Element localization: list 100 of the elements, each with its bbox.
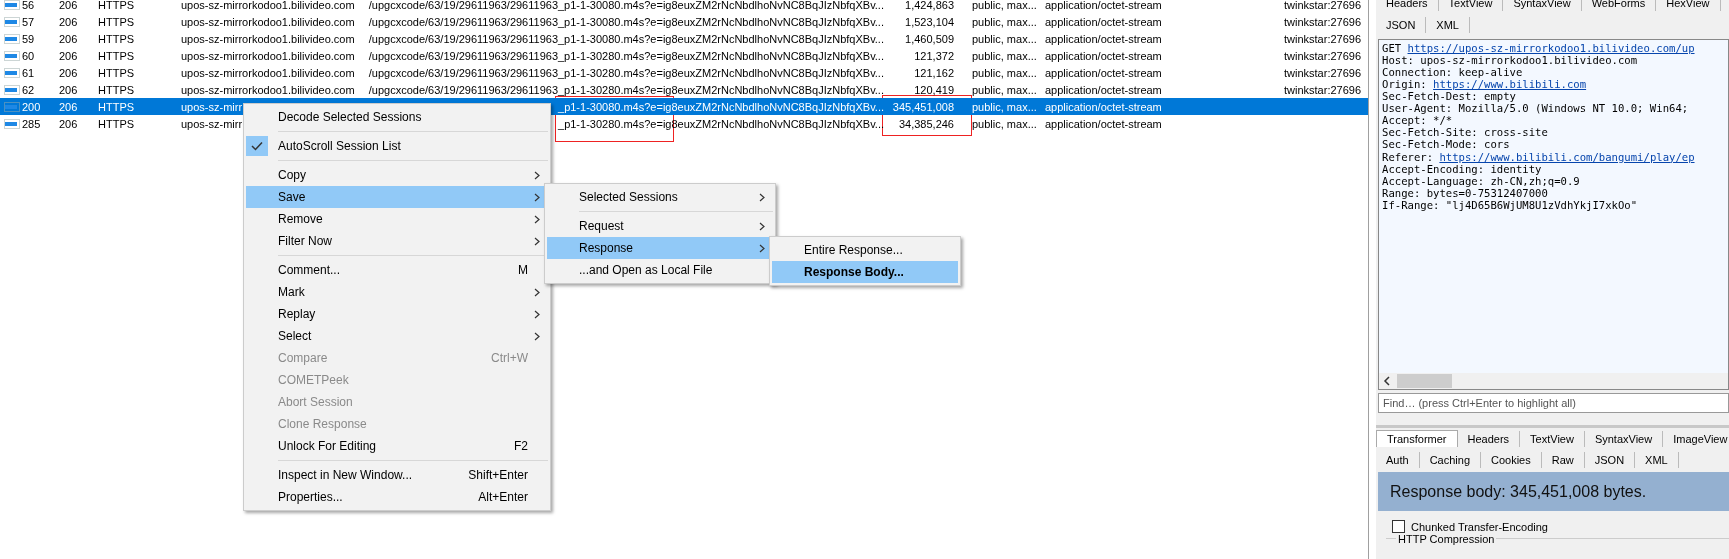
table-cell-text: upos-sz-mirrorkodoo1.bilivideo.com [181,83,356,96]
tab[interactable]: ImageView [1663,430,1729,447]
table-cell-text: twinkstar:27696 [1284,0,1363,11]
tab[interactable]: TextView [1438,0,1504,11]
horizontal-scrollbar[interactable] [1379,373,1728,389]
table-cell-text: 200 [22,100,42,113]
menu-item[interactable]: Entire Response... [772,239,958,261]
table-cell-text: public, max... [971,83,1038,96]
caret-icon [534,236,540,246]
header-line: Connection: keep-alive [1382,65,1523,78]
table-cell-text: 206 [59,117,79,130]
table-cell-text: public, max... [971,32,1038,45]
tab[interactable]: Transformer [1376,430,1458,448]
tab[interactable]: HexView [1656,0,1721,11]
table-cell-text: 1,460,509 [904,32,954,45]
menu-item[interactable]: Copy [246,164,548,186]
caret-icon [534,309,540,319]
scrollbar-thumb[interactable] [1397,374,1452,388]
tab[interactable]: Cookies [1481,451,1542,468]
caret-icon [534,214,540,224]
menu-item[interactable]: ...and Open as Local File [547,259,773,281]
menu-item[interactable]: Mark [246,281,548,303]
tab[interactable]: TextView [1520,430,1585,447]
table-cell-text: upos-sz-mirrorkodoo1.bilivideo.com [181,66,356,79]
header-line: Accept: */* [1382,114,1454,127]
header-line: Referer: https://www.bilibili.com/bangumi/play/ep [1382,150,1696,163]
tab[interactable]: SyntaxView [1584,430,1664,447]
tab[interactable]: JSON [1584,451,1636,468]
header-line: Sec-Fetch-Mode: cors [1382,138,1511,151]
tab[interactable]: JSON [1376,16,1427,33]
header-link[interactable]: https://www.bilibili.com [1433,77,1587,90]
tab[interactable]: Headers [1376,0,1439,11]
table-cell-text: HTTPS [98,49,136,62]
header-line: GET https://upos-sz-mirrorkodoo1.bilivideo.com/up [1382,41,1696,54]
chunked-checkbox[interactable]: Chunked Transfer-Encoding [1392,520,1729,534]
group-label: HTTP Compression [1396,533,1497,546]
menu-item[interactable]: Remove [246,208,548,230]
menu-item[interactable]: Select [246,325,548,347]
table-cell-text: 120,419 [913,83,954,96]
table-cell-text: 60 [22,49,36,62]
table-cell-text: application/octet-stream [1045,66,1163,79]
tab[interactable]: XML [1635,451,1679,468]
table-cell-text: 206 [59,83,79,96]
caret-icon [759,192,765,202]
table-cell-text: application/octet-stream [1045,32,1163,45]
table-cell-text: 345,451,008 [891,100,954,113]
tab[interactable]: Auth [1376,451,1420,468]
tab[interactable]: Headers [1457,430,1521,447]
table-cell-text: 206 [59,15,79,28]
caret-icon [759,221,765,231]
response-icon [4,118,20,129]
check-icon [246,136,268,156]
menu-item[interactable]: Comment... M [246,259,548,281]
table-cell-text: 34,385,246 [897,117,954,130]
menu-item[interactable]: Request [547,215,773,237]
tab[interactable]: SyntaxView [1503,0,1582,11]
table-cell-text: HTTPS [98,66,136,79]
table-cell-text: public, max... [971,15,1038,28]
tab[interactable]: Raw [1541,451,1585,468]
table-cell-text: HTTPS [98,0,136,11]
table-cell-text: 62 [22,83,36,96]
table-cell-text: 121,372 [913,49,954,62]
table-cell-text: upos-sz-mirr [181,100,244,113]
tab[interactable]: WebForms [1581,0,1657,11]
table-cell-text: HTTPS [98,117,136,130]
checkbox[interactable] [1392,520,1405,534]
menu-item[interactable]: Inspect in New Window... Shift+Enter [246,464,548,486]
menu-item[interactable]: Unlock For Editing F2 [246,435,548,457]
menu-item[interactable]: Response Body... [772,261,958,283]
table-cell-text: /upgcxcode/63/19/29611963/29611963_p1-1-30080.m4s?e=ig8euxZM2rNcNbdlhoNvNC8BqJIzNbfqXBv... [367,32,884,45]
table-cell-text: 206 [59,49,79,62]
table-cell-text: 206 [59,0,79,11]
table-cell-text: upos-sz-mirrorkodoo1.bilivideo.com [181,49,356,62]
header-line: User-Agent: Mozilla/5.0 (Windows NT 10.0; Win64; [1382,102,1690,115]
table-cell-text: HTTPS [98,32,136,45]
table-cell-text: twinkstar:27696 [1284,66,1363,79]
header-link[interactable]: https://www.bilibili.com/bangumi/play/ep [1439,150,1695,163]
header-link[interactable]: https://upos-sz-mirrorkodoo1.bilivideo.com/up [1407,41,1695,54]
caret-icon [534,192,540,202]
find-field[interactable]: Find… (press Ctrl+Enter to highlight all) [1378,393,1729,413]
header-line: Origin: https://www.bilibili.com [1382,77,1588,91]
table-cell-text: 285 [22,117,42,130]
menu-item[interactable]: Replay [246,303,548,325]
table-cell-text: application/octet-stream [1045,117,1163,130]
table-cell-text: upos-sz-mirrorkodoo1.bilivideo.com [181,32,356,45]
caret-icon [759,243,765,253]
tab[interactable]: XML [1426,16,1470,33]
table-cell-text: public, max... [971,49,1038,62]
response-icon [4,16,20,27]
response-icon [4,84,20,95]
menu-item[interactable]: Selected Sessions [547,186,773,208]
response-icon [4,33,20,44]
table-cell-text: 1,424,863 [904,0,954,11]
table-cell-text: 56 [22,0,36,11]
table-cell-text: 121,162 [913,66,954,79]
menu-item[interactable]: Properties... Alt+Enter [246,486,548,508]
tab[interactable]: Caching [1419,451,1481,468]
table-cell-text: application/octet-stream [1045,0,1163,11]
menu-item[interactable]: Filter Now [246,230,548,252]
menu-item[interactable]: AutoScroll Session List [246,135,548,157]
